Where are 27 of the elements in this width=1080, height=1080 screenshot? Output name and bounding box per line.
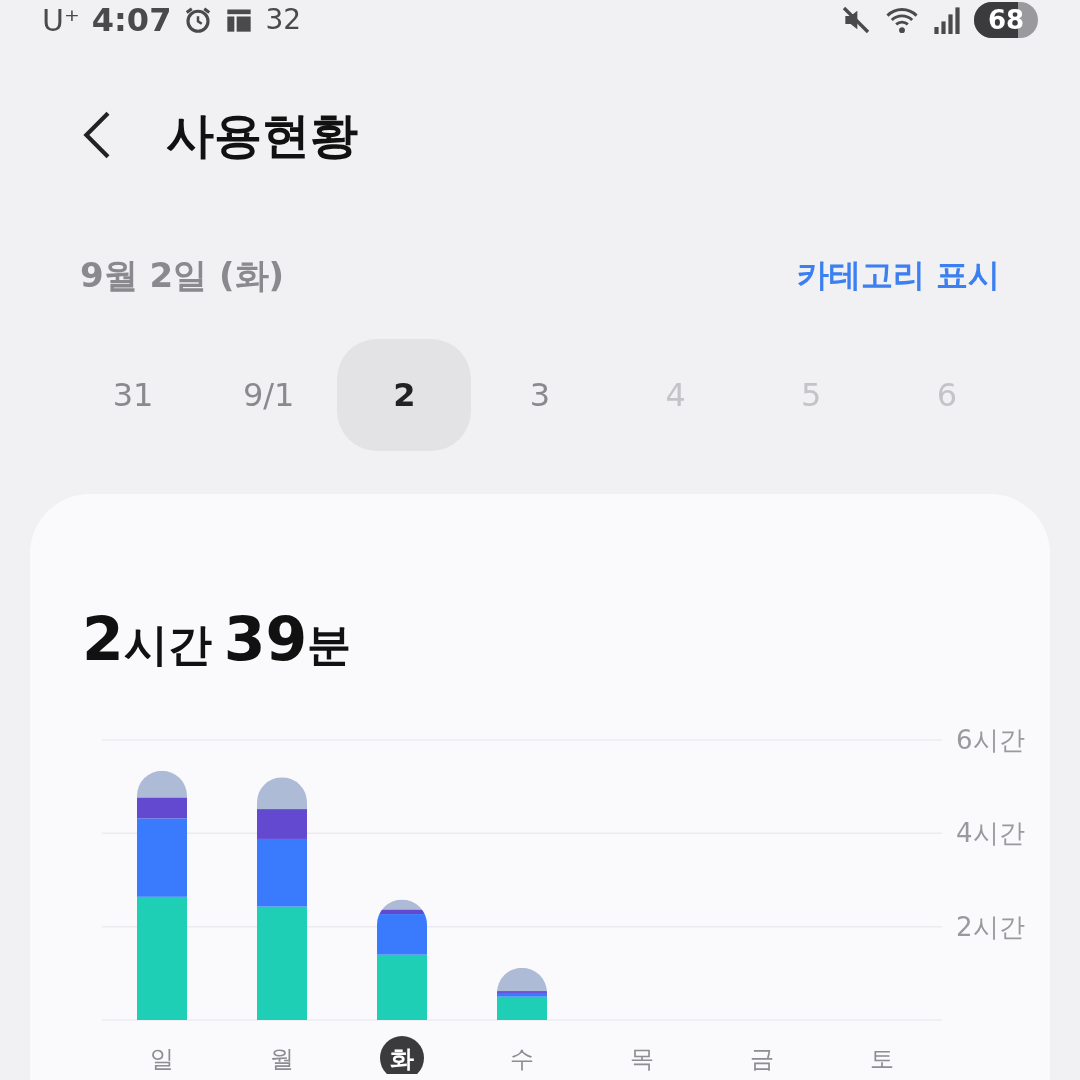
date-label: 9월 2일 (화)	[80, 253, 285, 297]
clock: 4:07	[91, 0, 172, 41]
day-tab[interactable]: 2	[337, 339, 472, 451]
y-tick-label: 6시간	[956, 725, 1025, 755]
x-axis-label: 수	[510, 1045, 534, 1073]
page-title: 사용현황	[166, 106, 358, 165]
y-tick-label: 2시간	[956, 911, 1025, 942]
signal-icon	[932, 6, 962, 34]
y-tick-label: 4시간	[956, 818, 1025, 849]
x-axis-label: 일	[150, 1045, 174, 1073]
mute-icon	[840, 4, 872, 36]
battery-indicator: 68	[974, 2, 1038, 38]
bar-segment	[257, 777, 307, 810]
x-axis-label: 목	[630, 1045, 654, 1073]
x-axis-label: 토	[870, 1045, 894, 1073]
category-toggle-link[interactable]: 카테고리 표시	[796, 251, 1000, 299]
total-usage-time: 39분	[223, 603, 352, 676]
x-axis-label: 금	[750, 1045, 774, 1073]
notification-count: 32	[265, 2, 302, 38]
total-usage-time: 2시간	[82, 603, 212, 676]
x-axis-label: 월	[270, 1045, 294, 1073]
day-tab[interactable]: 31	[66, 339, 200, 451]
day-tab[interactable]: 9/1	[201, 339, 336, 451]
carrier: U⁺	[42, 1, 80, 40]
bar-segment	[137, 770, 187, 798]
x-axis-label: 화	[390, 1045, 414, 1073]
day-tab[interactable]: 3	[472, 339, 607, 451]
